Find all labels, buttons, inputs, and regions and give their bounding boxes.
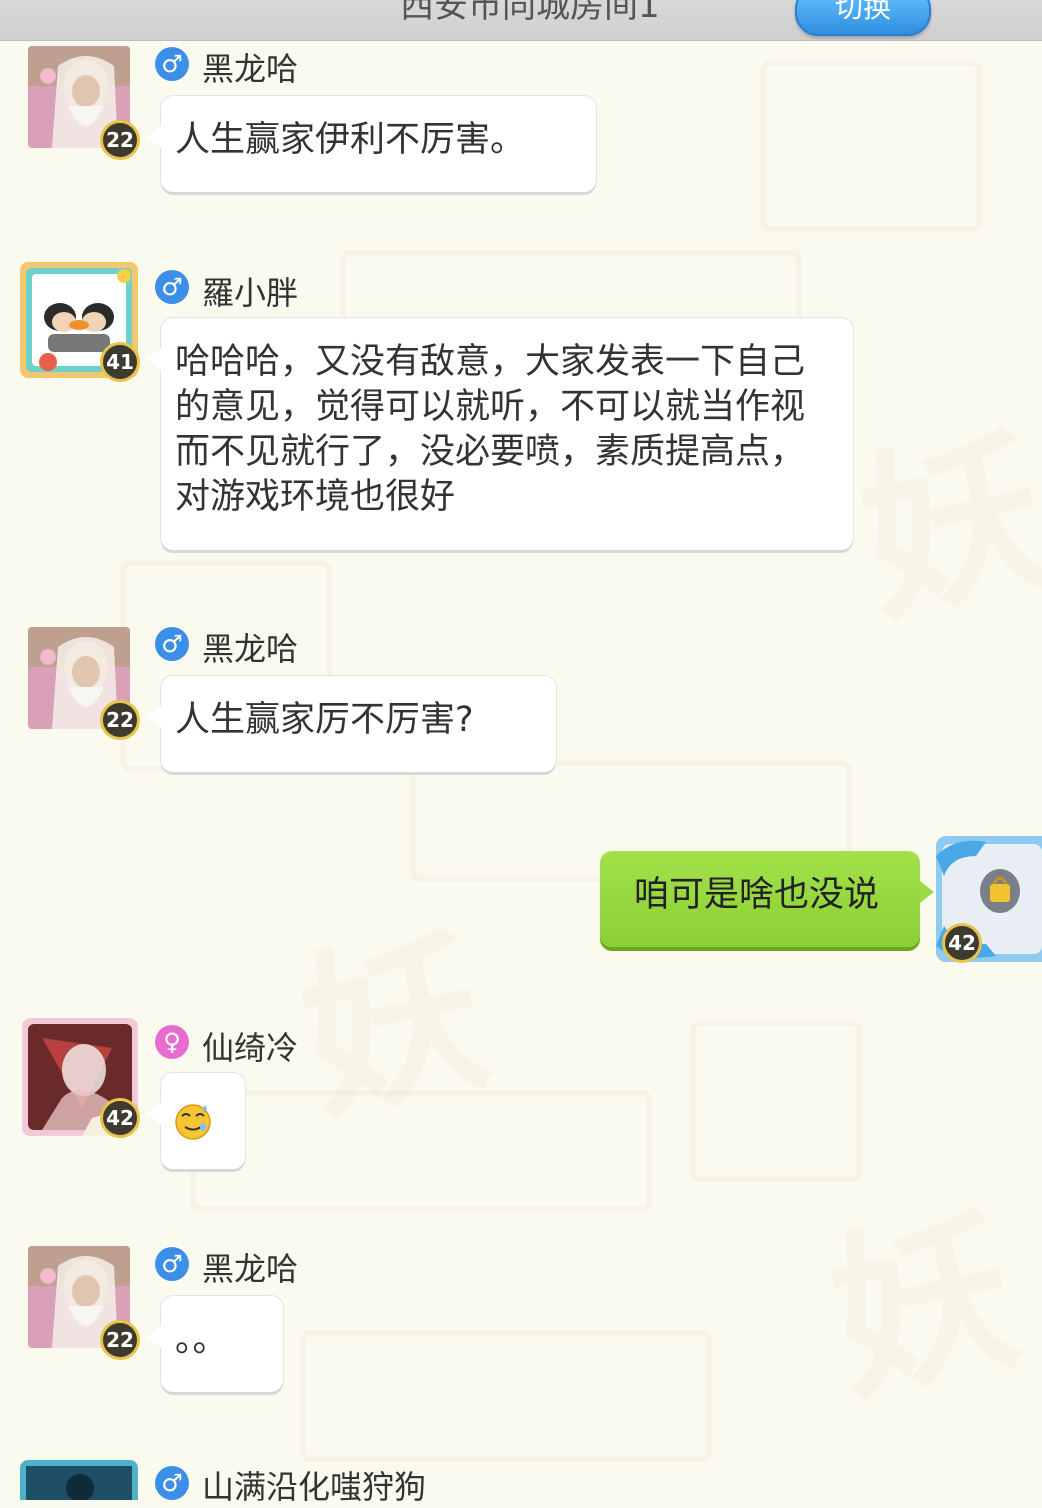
room-header: 西安市同城房间1 切换 (0, 0, 1042, 41)
self-message-bubble[interactable]: 咱可是啥也没说 (600, 851, 934, 947)
user-level-badge: 22 (100, 700, 140, 740)
switch-room-button[interactable]: 切换 (795, 0, 931, 36)
username[interactable]: 山满沿化嗤狩狗 (202, 1462, 426, 1508)
female-icon: ♀ (155, 1025, 189, 1059)
user-level-badge: 22 (100, 1320, 140, 1360)
user-level-badge: 42 (100, 1098, 140, 1138)
male-icon: ♂ (155, 627, 189, 661)
sweat-smile-emoji-icon (175, 1104, 211, 1140)
message-bubble[interactable]: 人生赢家伊利不厉害。 (147, 96, 596, 192)
room-title: 西安市同城房间1 (400, 0, 660, 26)
username[interactable]: 黑龙哈 (202, 1244, 298, 1290)
username[interactable]: 羅小胖 (202, 268, 298, 314)
message-bubble[interactable] (147, 1073, 245, 1169)
message-bubble[interactable]: 。。 (147, 1296, 283, 1392)
message-bubble[interactable]: 人生赢家厉不厉害? (147, 676, 556, 772)
male-icon: ♂ (155, 1247, 189, 1281)
user-level-badge: 41 (100, 342, 140, 382)
message-bubble[interactable]: 哈哈哈，又没有敌意，大家发表一下自己的意见，觉得可以就听，不可以就当作视而不见就… (147, 318, 853, 550)
username[interactable]: 仙绮冷 (202, 1023, 298, 1069)
self-level-badge: 42 (942, 923, 982, 963)
username[interactable]: 黑龙哈 (202, 44, 298, 90)
male-icon: ♂ (155, 1466, 189, 1500)
male-icon: ♂ (155, 47, 189, 81)
user-level-badge: 22 (100, 120, 140, 160)
username[interactable]: 黑龙哈 (202, 624, 298, 670)
user-avatar[interactable] (20, 1460, 138, 1500)
male-icon: ♂ (155, 270, 189, 304)
